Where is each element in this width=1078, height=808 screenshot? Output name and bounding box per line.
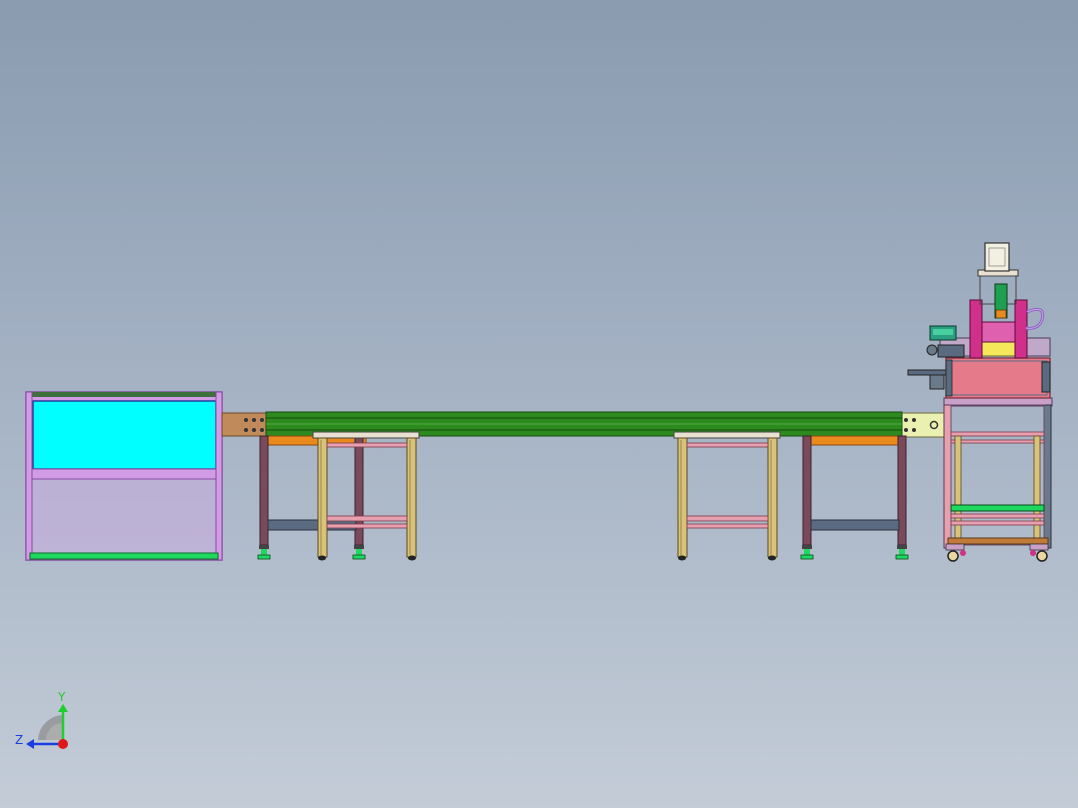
cad-viewport[interactable]: Y Z [0, 0, 1078, 808]
machine-station [907, 242, 1053, 562]
z-axis-label: Z [15, 733, 23, 747]
x-axis-point [58, 739, 68, 749]
stand-2 [673, 431, 781, 561]
cabinet-base-strip [29, 552, 219, 560]
conveyor-support-left [257, 435, 367, 560]
conveyor-support-right [800, 435, 909, 560]
y-axis-label: Y [57, 690, 66, 704]
left-cabinet [25, 391, 223, 561]
conveyor-right-end-plate [899, 412, 945, 438]
cabinet-screen [32, 400, 217, 470]
coordinate-triad: Y Z [15, 690, 68, 749]
stand-1 [312, 431, 420, 561]
conveyor-left-end-plate [221, 412, 269, 437]
